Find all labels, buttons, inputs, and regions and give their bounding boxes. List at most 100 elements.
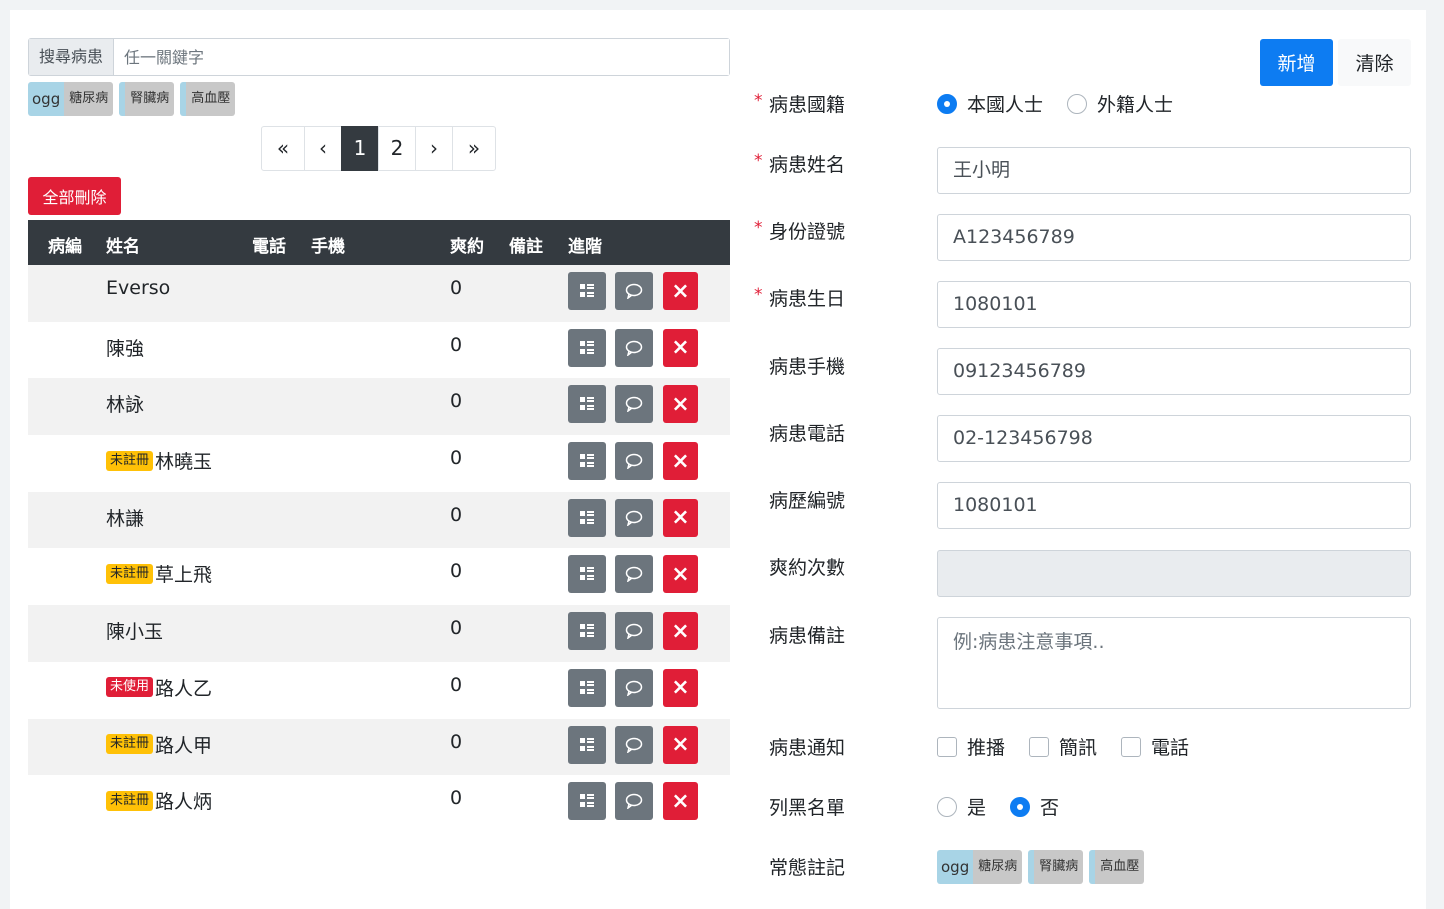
grid-icon[interactable] (568, 272, 606, 310)
table-row[interactable]: 未註冊 路人甲 0 × (28, 718, 730, 776)
page-1-button[interactable]: 1 (341, 126, 379, 171)
form-tag-kidney[interactable]: 腎臟病 (1028, 850, 1084, 884)
required-mark: * (754, 285, 763, 305)
id-number-field[interactable]: A123456789 (937, 214, 1411, 261)
table-row[interactable]: 林詠 0 × (28, 378, 730, 436)
chat-icon[interactable] (615, 328, 653, 367)
tag-hypertension[interactable]: 高血壓 (180, 82, 236, 116)
noshow-cell: 0 (450, 787, 463, 810)
delete-icon[interactable]: × (663, 442, 698, 481)
col-phone: 電話 (252, 237, 286, 257)
chat-icon[interactable] (615, 272, 653, 310)
patient-name-cell: 未註冊 路人甲 (106, 731, 212, 758)
required-mark: * (754, 151, 763, 171)
noshow-cell: 0 (450, 333, 463, 356)
chat-icon[interactable] (615, 612, 653, 651)
notify-sms-checkbox[interactable] (1029, 736, 1050, 757)
patient-name: 陳強 (106, 337, 145, 360)
delete-icon[interactable]: × (663, 385, 698, 424)
table-row[interactable]: 未註冊 林曉玉 0 × (28, 435, 730, 492)
page-2-button[interactable]: 2 (378, 126, 416, 171)
patient-name: 陳小玉 (106, 621, 164, 644)
grid-icon[interactable] (568, 555, 606, 594)
table-row[interactable]: 未註冊 草上飛 0 × (28, 548, 730, 605)
delete-all-button[interactable]: 全部刪除 (28, 177, 121, 215)
tag-diabetes[interactable]: ogg 糖尿病 (28, 82, 114, 116)
form-tag-diabetes[interactable]: ogg 糖尿病 (937, 850, 1023, 884)
table-row[interactable]: 陳小玉 0 × (28, 605, 730, 662)
chat-icon[interactable] (615, 725, 653, 764)
pagination: « ‹ 1 2 › » (261, 126, 496, 171)
chat-icon[interactable] (615, 555, 653, 594)
blacklist-yes-label: 是 (967, 797, 987, 819)
grid-icon[interactable] (568, 668, 606, 707)
grid-icon[interactable] (568, 612, 606, 651)
table-row[interactable]: 未註冊 路人炳 0 × (28, 775, 730, 832)
col-name: 姓名 (106, 237, 140, 257)
table-row[interactable]: 陳強 0 × (28, 322, 730, 379)
table-row[interactable]: 未使用 路人乙 0 × (28, 662, 730, 719)
clear-button[interactable]: 清除 (1338, 39, 1411, 86)
tag-kidney[interactable]: 腎臟病 (119, 82, 175, 116)
grid-icon[interactable] (568, 328, 606, 367)
chat-icon[interactable] (615, 442, 653, 481)
blacklist-no-radio[interactable] (1010, 796, 1031, 817)
grid-icon[interactable] (568, 385, 606, 424)
mobile-field[interactable]: 09123456789 (937, 348, 1411, 395)
col-mobile: 手機 (311, 237, 345, 257)
grid-icon[interactable] (568, 442, 606, 481)
delete-icon[interactable]: × (663, 328, 698, 367)
phone-field[interactable]: 02-123456798 (937, 415, 1411, 462)
page-next-button[interactable]: › (415, 126, 453, 171)
patient-name-cell: 未註冊 林曉玉 (106, 447, 212, 474)
page-prev-button[interactable]: ‹ (304, 126, 342, 171)
record-no-field[interactable]: 1080101 (937, 482, 1411, 529)
nationality-foreign-radio[interactable] (1067, 93, 1088, 114)
nationality-local-radio[interactable] (937, 93, 957, 114)
page-first-button[interactable]: « (261, 126, 305, 171)
delete-icon[interactable]: × (663, 272, 698, 310)
grid-icon[interactable] (568, 498, 606, 537)
nationality-label: 病患國籍 (769, 94, 846, 116)
tag-prefix: ogg (937, 850, 974, 884)
chat-icon[interactable] (615, 385, 653, 424)
chat-icon[interactable] (615, 498, 653, 537)
patient-name: 林詠 (106, 394, 145, 417)
patient-name-cell: 未使用 路人乙 (106, 674, 212, 701)
delete-icon[interactable]: × (663, 555, 698, 594)
tag-label: 高血壓 (186, 82, 236, 116)
blacklist-yes-radio[interactable] (937, 796, 957, 817)
blacklist-label: 列黑名單 (769, 797, 846, 819)
delete-icon[interactable]: × (663, 498, 698, 537)
tag-label: 腎臟病 (125, 82, 175, 116)
phone-label: 病患電話 (769, 423, 846, 445)
table-row[interactable]: 林謙 0 × (28, 491, 730, 549)
table-row[interactable]: Everso 0 × (28, 265, 730, 322)
noshow-count-label: 爽約次數 (769, 557, 846, 579)
add-button[interactable]: 新增 (1260, 39, 1333, 86)
search-input[interactable] (114, 39, 729, 75)
chat-icon[interactable] (615, 668, 653, 707)
grid-icon[interactable] (568, 725, 606, 764)
name-field[interactable]: 王小明 (937, 147, 1411, 194)
note-textarea[interactable]: 例:病患注意事項.. (937, 617, 1411, 709)
delete-icon[interactable]: × (663, 725, 698, 764)
patient-name-cell: Everso (106, 277, 170, 299)
delete-icon[interactable]: × (663, 782, 698, 821)
notify-push-checkbox[interactable] (937, 736, 957, 757)
notify-checkbox-group: 推播 簡訊 電話 (937, 733, 1213, 760)
nationality-local-label: 本國人士 (967, 94, 1044, 116)
chat-icon[interactable] (615, 782, 653, 821)
notify-call-checkbox[interactable] (1121, 736, 1142, 757)
delete-icon[interactable]: × (663, 668, 698, 707)
tag-label: 高血壓 (1095, 850, 1145, 884)
noshow-count-field (937, 550, 1411, 597)
grid-icon[interactable] (568, 782, 606, 821)
birthday-label: 病患生日 (769, 288, 846, 310)
birthday-field[interactable]: 1080101 (937, 281, 1411, 328)
page-last-button[interactable]: » (452, 126, 496, 171)
form-tag-hypertension[interactable]: 高血壓 (1089, 850, 1145, 884)
delete-icon[interactable]: × (663, 612, 698, 651)
nationality-radio-group: 本國人士 外籍人士 (937, 90, 1197, 117)
nationality-foreign-label: 外籍人士 (1097, 94, 1174, 116)
